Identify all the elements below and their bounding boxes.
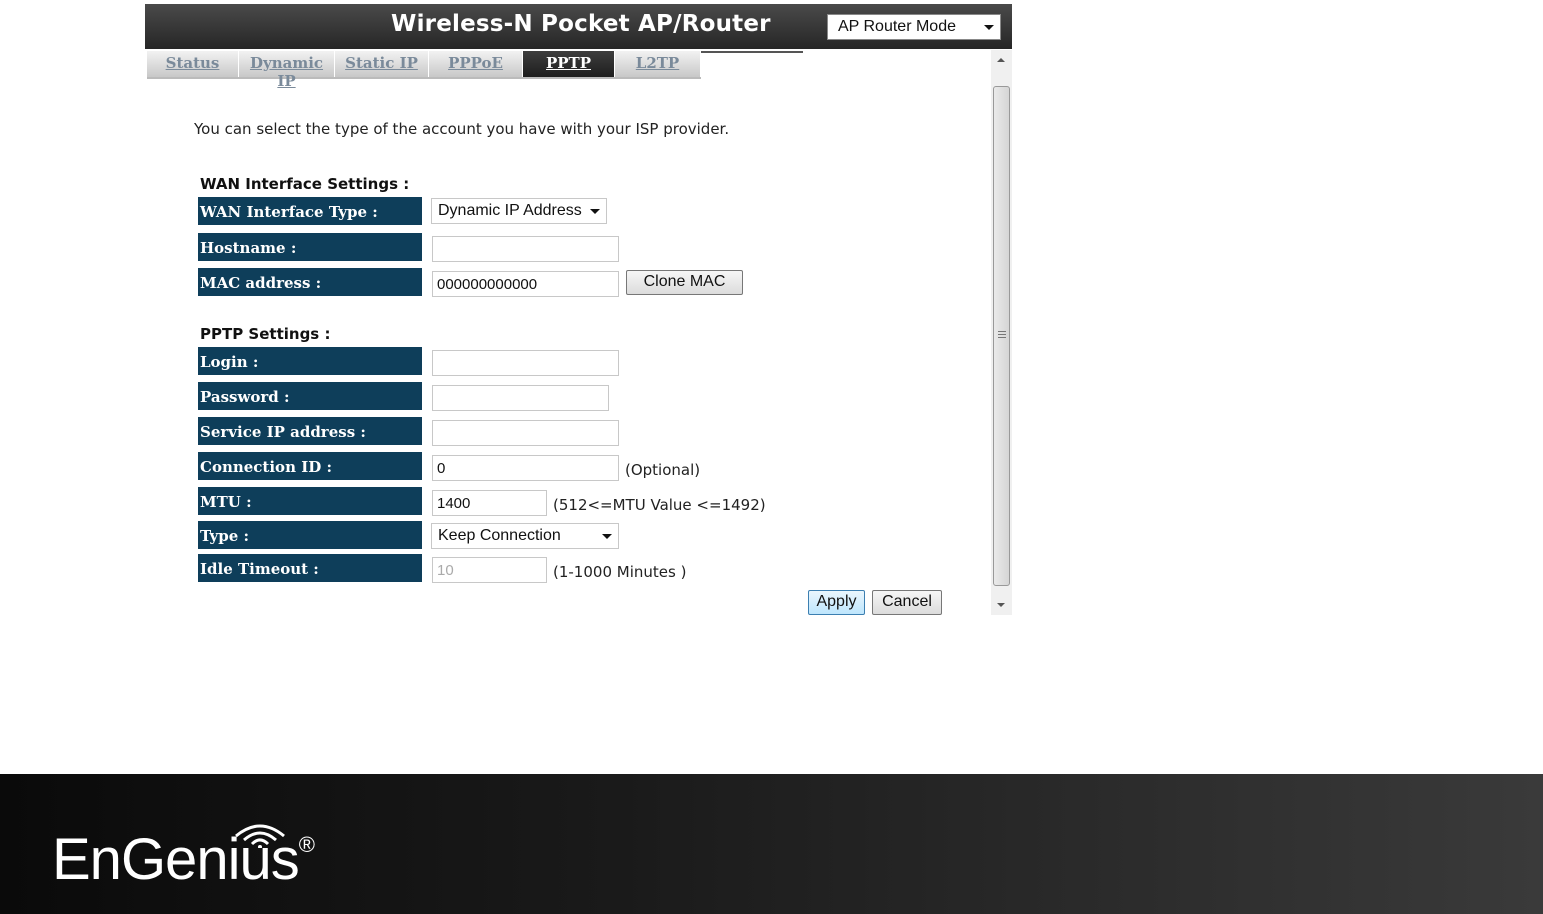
login-input[interactable]	[432, 350, 619, 376]
brand-name: EnGenius	[52, 827, 300, 892]
mtu-input[interactable]: 1400	[432, 490, 547, 516]
login-label: Login :	[198, 347, 422, 377]
tab-pppoe[interactable]: PPPoE	[429, 51, 523, 77]
hostname-label: Hostname :	[198, 233, 422, 263]
password-label: Password :	[198, 382, 422, 412]
wan-type-value: Dynamic IP Address	[438, 202, 582, 219]
apply-button[interactable]: Apply	[808, 590, 865, 615]
footer-banner: EnGenius®	[0, 774, 1543, 914]
mode-select[interactable]: AP Router Mode	[827, 14, 1001, 40]
mtu-label: MTU :	[198, 487, 422, 517]
cancel-button[interactable]: Cancel	[872, 590, 942, 615]
hostname-input[interactable]	[432, 236, 619, 262]
tab-dynamic-ip[interactable]: Dynamic IP	[239, 51, 335, 90]
scroll-up-button[interactable]	[991, 50, 1012, 70]
connection-id-input[interactable]: 0	[432, 455, 619, 481]
service-ip-input[interactable]	[432, 420, 619, 446]
wan-type-label: WAN Interface Type :	[198, 197, 422, 227]
idle-timeout-label: Idle Timeout :	[198, 554, 422, 584]
brand-logo: EnGenius®	[52, 826, 315, 893]
clone-mac-button[interactable]: Clone MAC	[626, 270, 743, 295]
connection-type-select[interactable]: Keep Connection	[431, 523, 619, 549]
chevron-down-icon	[590, 209, 600, 214]
scroll-down-button[interactable]	[991, 595, 1012, 615]
connection-id-label: Connection ID :	[198, 452, 422, 482]
wan-type-select[interactable]: Dynamic IP Address	[431, 198, 607, 224]
idle-timeout-input[interactable]: 10	[432, 557, 547, 583]
mac-address-input[interactable]: 000000000000	[432, 271, 619, 297]
service-ip-label: Service IP address :	[198, 417, 422, 447]
tab-l2tp[interactable]: L2TP	[615, 51, 701, 77]
vertical-scrollbar[interactable]	[991, 50, 1012, 615]
mac-address-label: MAC address :	[198, 268, 422, 298]
arrow-up-icon	[997, 58, 1005, 62]
type-label: Type :	[198, 521, 422, 551]
password-input[interactable]	[432, 385, 609, 411]
chevron-down-icon	[602, 534, 612, 539]
mtu-hint: (512<=MTU Value <=1492)	[553, 496, 766, 514]
connection-type-value: Keep Connection	[438, 527, 561, 544]
idle-timeout-hint: (1-1000 Minutes )	[553, 563, 687, 581]
intro-text: You can select the type of the account y…	[194, 120, 730, 138]
grip-icon	[998, 331, 1006, 340]
tab-pptp[interactable]: PPTP	[523, 51, 615, 77]
scroll-thumb[interactable]	[993, 86, 1010, 586]
connection-id-hint: (Optional)	[625, 461, 701, 479]
tab-status[interactable]: Status	[147, 51, 239, 77]
pptp-section-title: PPTP Settings :	[200, 325, 331, 343]
app-title: Wireless-N Pocket AP/Router	[391, 11, 771, 37]
app-header: Wireless-N Pocket AP/Router AP Router Mo…	[145, 4, 1012, 49]
wan-section-title: WAN Interface Settings :	[200, 175, 410, 193]
registered-mark: ®	[298, 832, 315, 857]
mode-select-value: AP Router Mode	[838, 18, 956, 35]
arrow-down-icon	[997, 603, 1005, 607]
tab-divider	[701, 51, 803, 53]
tab-bar: Status Dynamic IP Static IP PPPoE PPTP L…	[147, 51, 701, 90]
chevron-down-icon	[984, 25, 994, 30]
tab-static-ip[interactable]: Static IP	[335, 51, 429, 77]
